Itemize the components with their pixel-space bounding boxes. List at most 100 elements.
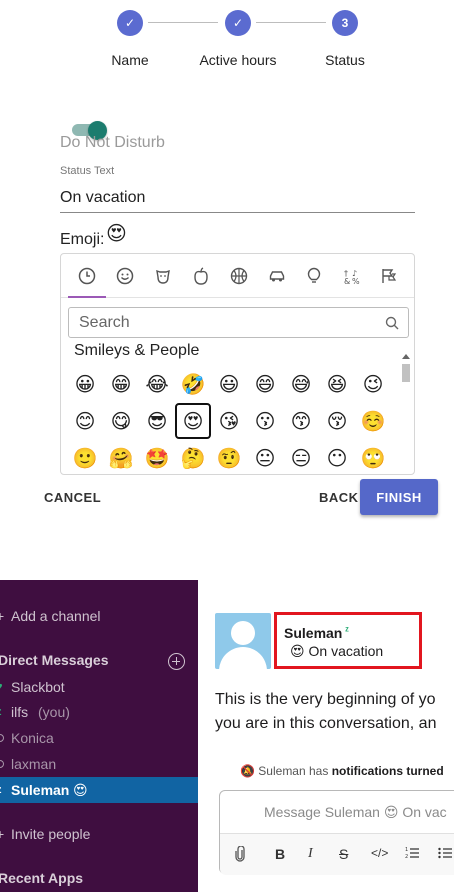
- svg-text:%: %: [352, 277, 360, 285]
- emoji-cell[interactable]: 🤩: [139, 440, 175, 474]
- bullet-list-icon[interactable]: [438, 846, 452, 863]
- code-icon[interactable]: </>: [371, 846, 388, 860]
- notif-prefix: Suleman has: [258, 764, 329, 778]
- away-presence-icon: z: [0, 784, 2, 796]
- emoji-cell[interactable]: 😀: [67, 366, 103, 402]
- scroll-thumb[interactable]: [402, 364, 410, 382]
- lightbulb-icon[interactable]: [302, 264, 326, 288]
- step-1-check-icon: ✓: [117, 10, 143, 36]
- emoji-cell[interactable]: 😐: [247, 440, 283, 474]
- emoji-label: Emoji:: [60, 231, 105, 248]
- bell-off-icon: 🔕: [240, 764, 255, 778]
- emoji-cell[interactable]: 😶: [319, 440, 355, 474]
- dm-status-emoji: 😍: [73, 781, 88, 798]
- car-icon[interactable]: [265, 264, 289, 288]
- cancel-button[interactable]: CANCEL: [44, 490, 101, 505]
- emoji-cell[interactable]: 🤣: [175, 366, 211, 402]
- step-3-number: 3: [332, 10, 358, 36]
- status-text-input[interactable]: [60, 184, 415, 213]
- emoji-picker: †♪&% Smileys & People 😀 😁 😂 🤣 😃 😄 😅 😆 😉 …: [60, 253, 415, 475]
- plus-icon: +: [0, 608, 5, 624]
- emoji-cell[interactable]: ☺️: [355, 403, 391, 439]
- emoji-cell[interactable]: 🤔: [175, 440, 211, 474]
- dm-you-suffix: (you): [38, 704, 70, 720]
- smiley-icon[interactable]: [113, 264, 137, 288]
- step-2-check-icon: ✓: [225, 10, 251, 36]
- flag-icon[interactable]: [377, 264, 401, 288]
- emoji-cell[interactable]: 😂: [139, 366, 175, 402]
- heart-presence-icon: ♥: [0, 681, 3, 693]
- direct-messages-label: Direct Messages: [0, 652, 109, 668]
- add-dm-plus-icon[interactable]: [168, 653, 185, 670]
- strike-icon[interactable]: S: [339, 846, 348, 862]
- invite-people-link[interactable]: + Invite people: [0, 821, 198, 847]
- status-text-caption: Status Text: [60, 165, 115, 177]
- emoji-grid: 😀 😁 😂 🤣 😃 😄 😅 😆 😉 😊 😋 😎 😍 😘 😗 😙 😚 ☺️ 🙂 🤗…: [67, 366, 397, 474]
- message-composer[interactable]: Message Suleman 😍 On vac B I S </> 12: [219, 790, 454, 875]
- dm-item-konica[interactable]: Konica: [0, 725, 198, 751]
- symbols-icon[interactable]: † ♪ &%: [340, 264, 364, 288]
- emoji-cell[interactable]: 😁: [103, 366, 139, 402]
- slack-sidebar: + Add a channel Direct Messages ♥ Slackb…: [0, 580, 198, 892]
- message-placeholder[interactable]: Message Suleman 😍 On vac: [264, 804, 447, 821]
- clock-icon[interactable]: [75, 264, 99, 288]
- emoji-cell[interactable]: 🙂: [67, 440, 103, 474]
- step-label-active-hours: Active hours: [199, 52, 277, 68]
- ordered-list-icon[interactable]: 12: [405, 846, 419, 863]
- step-connector: [148, 22, 218, 23]
- away-presence-icon: z: [0, 706, 2, 718]
- user-name[interactable]: Suleman: [284, 625, 342, 641]
- notification-notice: 🔕 Suleman has notifications turned: [240, 764, 454, 778]
- emoji-cell[interactable]: 😋: [103, 403, 139, 439]
- emoji-cell[interactable]: 😎: [139, 403, 175, 439]
- svg-text:2: 2: [405, 854, 408, 860]
- avatar[interactable]: [215, 613, 271, 669]
- emoji-cell[interactable]: 😃: [211, 366, 247, 402]
- search-icon: [385, 316, 399, 330]
- emoji-cell-selected[interactable]: 😍: [175, 403, 211, 439]
- dm-item-laxman[interactable]: laxman: [0, 751, 198, 777]
- avatar-body: [219, 647, 267, 669]
- recent-apps-header[interactable]: Recent Apps: [0, 865, 198, 891]
- emoji-cell[interactable]: 😚: [319, 403, 355, 439]
- emoji-cell[interactable]: 😙: [283, 403, 319, 439]
- emoji-cell[interactable]: 😅: [283, 366, 319, 402]
- emoji-cell[interactable]: 🙄: [355, 440, 391, 474]
- dm-item-ilfs[interactable]: z ilfs (you): [0, 699, 198, 725]
- emoji-cell[interactable]: 🤗: [103, 440, 139, 474]
- emoji-cell[interactable]: 😆: [319, 366, 355, 402]
- away-zz-icon: ᶻ: [345, 625, 349, 637]
- dm-name: laxman: [11, 756, 57, 772]
- user-status-emoji: 😍: [290, 643, 305, 659]
- scroll-up-arrow-icon[interactable]: [402, 354, 410, 359]
- emoji-cell[interactable]: 😊: [67, 403, 103, 439]
- dm-name: Konica: [11, 730, 54, 746]
- dm-item-suleman[interactable]: z Suleman 😍: [0, 777, 198, 803]
- apple-icon[interactable]: [189, 264, 213, 288]
- step-connector: [256, 22, 326, 23]
- emoji-cell[interactable]: 😄: [247, 366, 283, 402]
- emoji-cell[interactable]: 😑: [283, 440, 319, 474]
- emoji-cell[interactable]: 😉: [355, 366, 391, 402]
- dog-icon[interactable]: [151, 264, 175, 288]
- back-button[interactable]: BACK: [319, 490, 359, 505]
- emoji-cell[interactable]: 😗: [247, 403, 283, 439]
- picker-scrollbar[interactable]: [401, 354, 411, 474]
- add-channel-label: Add a channel: [11, 608, 101, 624]
- intro-line: This is the very beginning of yo: [215, 691, 436, 708]
- offline-presence-icon: [0, 760, 4, 768]
- emoji-cell[interactable]: 😘: [211, 403, 247, 439]
- paperclip-icon[interactable]: [234, 845, 246, 865]
- basketball-icon[interactable]: [227, 264, 251, 288]
- finish-button[interactable]: FINISH: [360, 479, 438, 515]
- intro-line: you are in this conversation, an: [215, 715, 437, 732]
- dm-item-slackbot[interactable]: ♥ Slackbot: [0, 674, 198, 700]
- emoji-search-input[interactable]: [79, 313, 369, 333]
- user-status-text: On vacation: [308, 643, 384, 659]
- emoji-cell[interactable]: 🤨: [211, 440, 247, 474]
- add-channel-link[interactable]: + Add a channel: [0, 603, 198, 629]
- plus-icon: +: [0, 826, 5, 842]
- bold-icon[interactable]: B: [275, 846, 285, 862]
- step-label-status: Status: [325, 52, 365, 68]
- italic-icon[interactable]: I: [308, 846, 313, 862]
